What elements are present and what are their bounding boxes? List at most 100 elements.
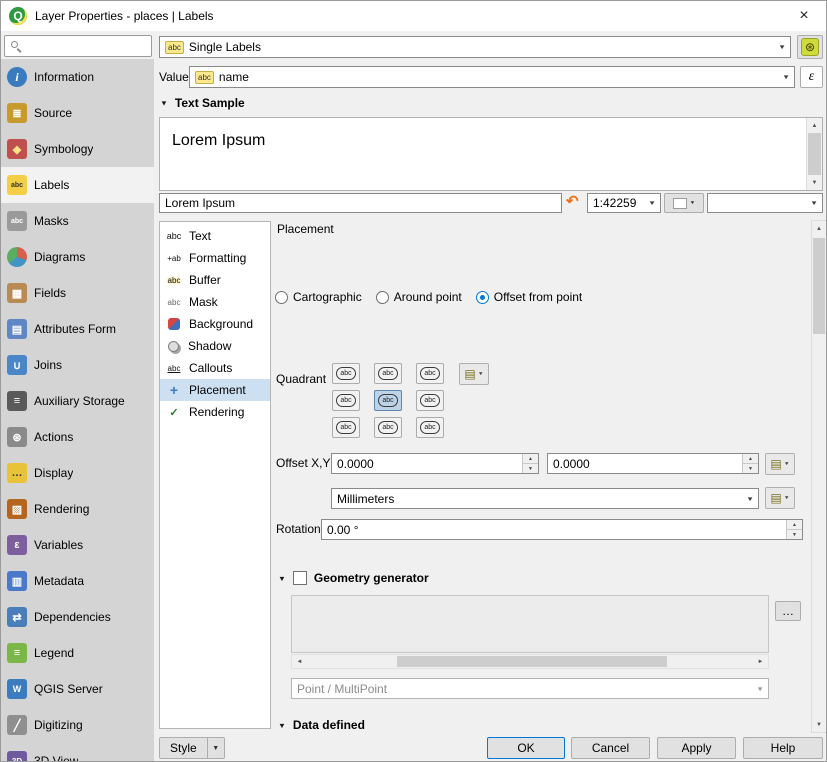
sidebar-item-diagrams[interactable]: Diagrams (1, 239, 154, 275)
rotation-spinbox[interactable]: 0.00 ° ▲▼ (321, 519, 803, 540)
panel-scrollbar[interactable]: ▲ ▼ (811, 220, 827, 733)
sidebar-item-dependencies[interactable]: ⇄Dependencies (1, 599, 154, 635)
sidebar-item-joins[interactable]: ∪Joins (1, 347, 154, 383)
style-menu-button[interactable]: Style ▼ (159, 737, 225, 759)
tab-placement[interactable]: +Placement (160, 379, 270, 401)
tab-callouts[interactable]: abcCallouts (160, 357, 270, 379)
scrollbar-thumb[interactable] (808, 133, 821, 175)
help-button[interactable]: Help (743, 737, 823, 759)
spin-up-icon[interactable]: ▲ (787, 520, 802, 530)
offset-override-button[interactable]: ▤ ▼ (765, 453, 795, 475)
sidebar-item-auxiliary-storage[interactable]: ≡Auxiliary Storage (1, 383, 154, 419)
tab-rendering[interactable]: ✓Rendering (160, 401, 270, 423)
mask-tab-icon: abc (164, 294, 184, 310)
scrollbar-thumb[interactable] (397, 656, 667, 667)
ok-button[interactable]: OK (487, 737, 565, 759)
expression-hscrollbar[interactable]: ◄ ► (291, 654, 769, 669)
offset-units-combobox[interactable]: Millimeters ▼ (331, 488, 759, 509)
cancel-button[interactable]: Cancel (571, 737, 650, 759)
style-menu-arrow[interactable]: ▼ (207, 737, 225, 759)
quadrant-button-5[interactable]: abc (416, 390, 444, 411)
tab-label: Placement (189, 383, 246, 397)
offset-y-spinbox[interactable]: 0.0000 ▲▼ (547, 453, 759, 474)
scroll-up-button[interactable]: ▲ (807, 118, 822, 133)
offset-y-value: 0.0000 (553, 457, 590, 471)
scroll-down-button[interactable]: ▼ (812, 717, 826, 732)
close-button[interactable]: × (790, 7, 818, 25)
expression-browse-button[interactable]: … (775, 601, 801, 621)
quadrant-button-6[interactable]: abc (332, 417, 360, 438)
sidebar-item-rendering[interactable]: ▨Rendering (1, 491, 154, 527)
offset-x-spinbox[interactable]: 0.0000 ▲▼ (331, 453, 539, 474)
scale-combobox[interactable]: 1:42259 ▼ (587, 193, 661, 213)
spin-up-icon[interactable]: ▲ (523, 454, 538, 464)
sidebar-item-legend[interactable]: ≡Legend (1, 635, 154, 671)
tab-shadow[interactable]: Shadow (160, 335, 270, 357)
sidebar-item-digitizing[interactable]: ╱Digitizing (1, 707, 154, 743)
scroll-up-button[interactable]: ▲ (812, 221, 826, 236)
search-box[interactable] (4, 35, 152, 57)
search-input[interactable] (26, 39, 146, 53)
tab-formatting[interactable]: +abFormatting (160, 247, 270, 269)
preview-extra-combobox[interactable]: ▼ (707, 193, 823, 213)
spin-up-icon[interactable]: ▲ (743, 454, 758, 464)
tab-background[interactable]: Background (160, 313, 270, 335)
sidebar-item-3d-view[interactable]: 3D3D View (1, 743, 154, 761)
spin-buttons[interactable]: ▲▼ (522, 454, 538, 473)
quadrant-button-8[interactable]: abc (416, 417, 444, 438)
style-menu-label[interactable]: Style (159, 737, 208, 759)
sample-scrollbar[interactable]: ▲ ▼ (806, 118, 822, 190)
sample-text-input[interactable] (159, 193, 562, 213)
quadrant-button-0[interactable]: abc (332, 363, 360, 384)
sidebar-item-attributes-form[interactable]: ▤Attributes Form (1, 311, 154, 347)
radio-cartographic[interactable]: Cartographic (275, 290, 362, 304)
placement-mode-radios: Cartographic Around point Offset from poin… (275, 290, 582, 304)
reset-sample-icon[interactable]: ↶ (566, 193, 579, 211)
digitizing-icon: ╱ (7, 715, 27, 735)
spin-buttons[interactable]: ▲▼ (742, 454, 758, 473)
quadrant-button-7[interactable]: abc (374, 417, 402, 438)
spin-down-icon[interactable]: ▼ (523, 464, 538, 473)
sidebar-item-masks[interactable]: abcMasks (1, 203, 154, 239)
quadrant-override-button[interactable]: ▤ ▼ (459, 363, 489, 385)
spin-down-icon[interactable]: ▼ (743, 464, 758, 473)
quadrant-button-3[interactable]: abc (332, 390, 360, 411)
units-override-button[interactable]: ▤ ▼ (765, 487, 795, 509)
apply-button[interactable]: Apply (657, 737, 736, 759)
sidebar-item-source[interactable]: ≣Source (1, 95, 154, 131)
geometry-type-combobox[interactable]: Point / MultiPoint ▼ (291, 678, 769, 699)
geometry-generator-section-header[interactable]: ▼ Geometry generator (278, 571, 429, 585)
radio-around-point[interactable]: Around point (376, 290, 462, 304)
sidebar-item-qgis-server[interactable]: WQGIS Server (1, 671, 154, 707)
scrollbar-thumb[interactable] (813, 238, 825, 334)
scroll-down-button[interactable]: ▼ (807, 175, 822, 190)
sidebar-item-display[interactable]: …Display (1, 455, 154, 491)
value-field-combobox[interactable]: abc name ▼ (189, 66, 795, 88)
data-defined-section-header[interactable]: ▼ Data defined (278, 718, 365, 732)
quadrant-button-4[interactable]: abc (374, 390, 402, 411)
preview-background-button[interactable]: ▼ (664, 193, 704, 213)
auto-placement-settings-button[interactable]: ⊛ (797, 35, 823, 59)
spin-down-icon[interactable]: ▼ (787, 530, 802, 539)
tab-buffer[interactable]: abcBuffer (160, 269, 270, 291)
sidebar-item-information[interactable]: iInformation (1, 59, 154, 95)
scroll-left-button[interactable]: ◄ (292, 655, 307, 668)
text-sample-section-header[interactable]: ▼ Text Sample (160, 96, 245, 110)
label-mode-combobox[interactable]: abc Single Labels ▼ (159, 36, 791, 58)
sidebar-item-actions[interactable]: ⊛Actions (1, 419, 154, 455)
sidebar-item-fields[interactable]: ▦Fields (1, 275, 154, 311)
geometry-generator-checkbox[interactable] (293, 571, 307, 585)
expression-builder-button[interactable]: ε (800, 66, 823, 88)
scroll-right-button[interactable]: ► (753, 655, 768, 668)
radio-offset-from-point[interactable]: Offset from point (476, 290, 582, 304)
sidebar-item-metadata[interactable]: ▥Metadata (1, 563, 154, 599)
sidebar-item-symbology[interactable]: ◆Symbology (1, 131, 154, 167)
quadrant-button-1[interactable]: abc (374, 363, 402, 384)
quadrant-button-2[interactable]: abc (416, 363, 444, 384)
geometry-expression-editor[interactable] (291, 595, 769, 653)
sidebar-item-labels[interactable]: abcLabels (1, 167, 154, 203)
sidebar-item-variables[interactable]: εVariables (1, 527, 154, 563)
tab-mask[interactable]: abcMask (160, 291, 270, 313)
tab-text[interactable]: abcText (160, 225, 270, 247)
spin-buttons[interactable]: ▲▼ (786, 520, 802, 539)
